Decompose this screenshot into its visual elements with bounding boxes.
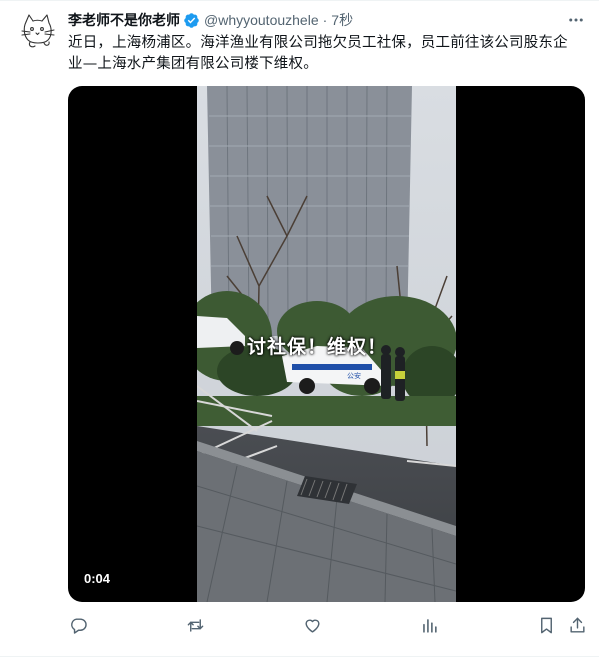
police-car-marking: 公安: [347, 371, 361, 380]
tweet-text: 近日，上海杨浦区。海洋渔业有限公司拖欠员工社保，员工前往该公司股东企 业—上海水…: [68, 33, 588, 75]
divider: [0, 0, 599, 1]
avatar[interactable]: [18, 10, 58, 50]
video-player[interactable]: 公安 讨社保！维权！ 0:04: [68, 86, 585, 602]
author-handle[interactable]: @whyyoutouzhele: [204, 12, 319, 28]
divider: [0, 656, 599, 657]
action-bar: [0, 614, 599, 638]
share-icon[interactable]: [566, 614, 588, 636]
video-caption-overlay: 讨社保！维权！: [247, 336, 388, 358]
author-name[interactable]: 李老师不是你老师: [68, 10, 180, 30]
like-icon[interactable]: [301, 614, 323, 636]
video-duration: 0:04: [84, 571, 111, 586]
cat-sketch-avatar-icon: [21, 14, 55, 48]
retweet-icon[interactable]: [184, 614, 206, 636]
views-icon[interactable]: [418, 614, 440, 636]
video-frame: 公安 讨社保！维权！: [197, 86, 456, 602]
tweet-text-line: 近日，上海杨浦区。海洋渔业有限公司拖欠员工社保，员工前往该公司股东企: [68, 35, 568, 51]
tweet[interactable]: 李老师不是你老师 @whyyoutouzhele · 7秒 近日，上海杨浦区。海…: [0, 0, 599, 659]
tweet-header: 李老师不是你老师 @whyyoutouzhele · 7秒: [68, 10, 353, 30]
more-icon[interactable]: [566, 10, 586, 30]
reply-icon[interactable]: [67, 614, 89, 636]
bookmark-icon[interactable]: [535, 614, 557, 636]
verified-badge-icon: [183, 12, 200, 29]
tweet-text-line: 业—上海水产集团有限公司楼下维权。: [68, 56, 318, 72]
separator-dot: ·: [322, 12, 328, 28]
timestamp[interactable]: 7秒: [331, 10, 353, 30]
